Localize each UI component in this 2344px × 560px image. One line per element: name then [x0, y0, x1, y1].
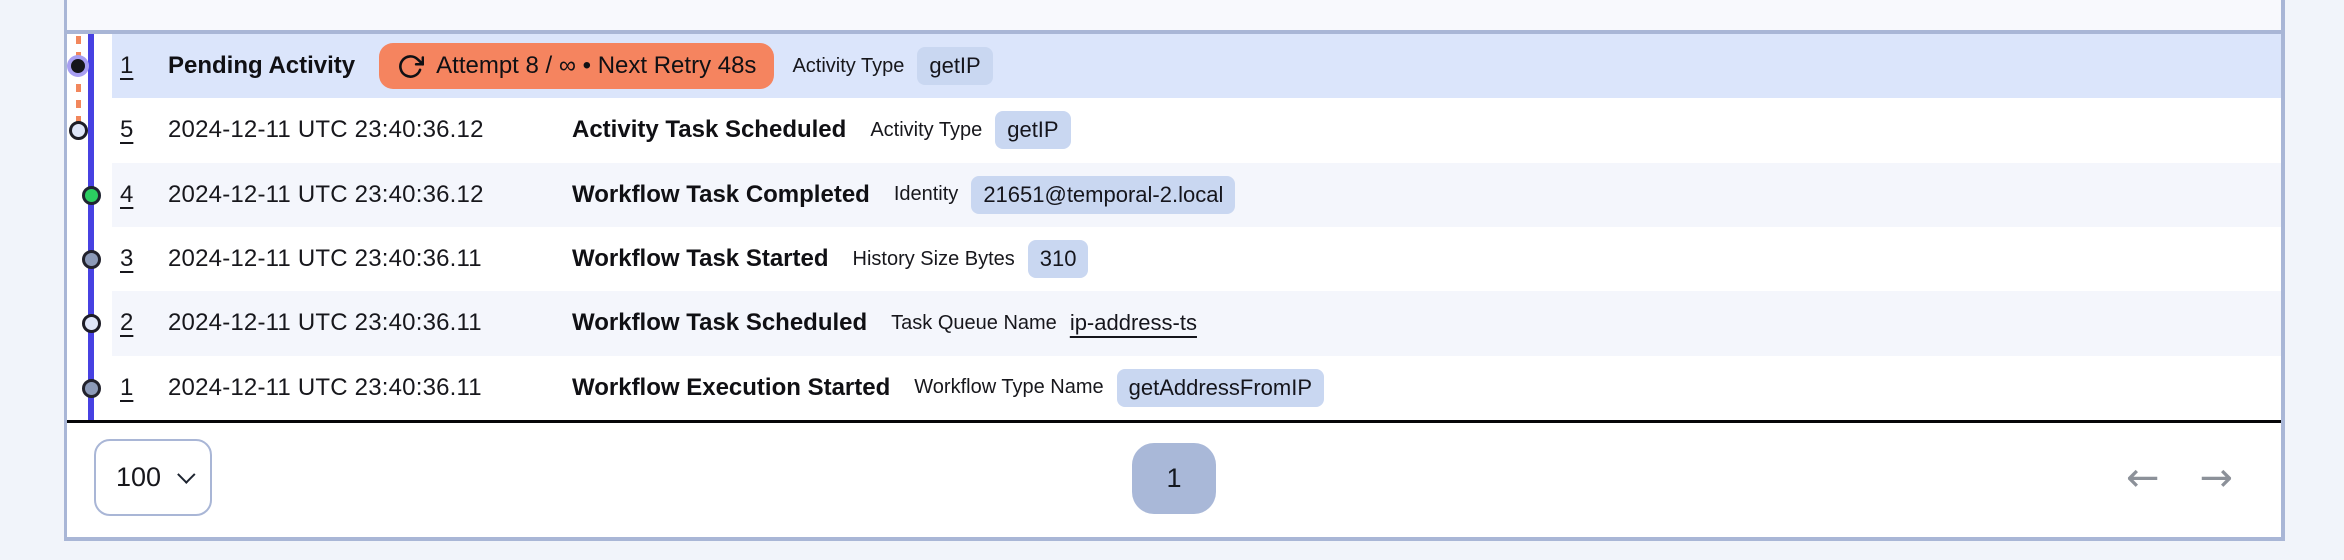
event-name: Workflow Task Completed [572, 180, 870, 208]
attribute-label: History Size Bytes [852, 247, 1015, 270]
event-time: 2024-12-11 UTC 23:40:36.12 [168, 116, 484, 144]
attribute-label: Activity Type [792, 54, 905, 77]
chevron-down-icon [177, 465, 196, 484]
timeline-line [88, 34, 94, 420]
previous-page-button[interactable]: ← [2126, 458, 2160, 498]
page-size-value: 100 [115, 462, 162, 492]
marker-pending-activity [71, 59, 85, 73]
marker-event-3 [82, 250, 101, 269]
event-row-pending[interactable]: 1 Pending Activity Attempt 8 / ∞ • Next … [112, 34, 2281, 99]
event-name: Workflow Execution Started [572, 373, 891, 401]
attribute-value-badge: 310 [1027, 240, 1089, 279]
event-time: 2024-12-11 UTC 23:40:36.11 [168, 373, 482, 401]
page-size-select[interactable]: 100 [94, 439, 212, 516]
attribute-value-badge: getAddressFromIP [1116, 368, 1325, 407]
retry-attempt-badge: Attempt 8 / ∞ • Next Retry 48s [379, 43, 775, 90]
event-id-link[interactable]: 5 [120, 116, 154, 144]
page-number-button[interactable]: 1 [1132, 443, 1216, 514]
event-name: Workflow Task Started [572, 245, 829, 273]
attribute-label: Task Queue Name [891, 311, 1057, 334]
event-row-4[interactable]: 4 2024-12-11 UTC 23:40:36.12 Workflow Ta… [112, 162, 2281, 227]
event-id-link[interactable]: 2 [120, 309, 154, 337]
attribute-label: Workflow Type Name [914, 376, 1104, 399]
attribute-value-badge: 21651@temporal-2.local [971, 175, 1236, 214]
retry-icon [399, 54, 425, 78]
event-time: 2024-12-11 UTC 23:40:36.12 [168, 180, 484, 208]
event-row-1[interactable]: 1 2024-12-11 UTC 23:40:36.11 Workflow Ex… [112, 355, 2281, 420]
event-name: Pending Activity [168, 52, 356, 80]
event-id-link[interactable]: 1 [120, 52, 154, 80]
event-id-link[interactable]: 3 [120, 245, 154, 273]
event-name: Activity Task Scheduled [572, 116, 847, 144]
event-row-5[interactable]: 5 2024-12-11 UTC 23:40:36.12 Activity Ta… [112, 98, 2281, 163]
workflow-history-panel: 1 Pending Activity Attempt 8 / ∞ • Next … [64, 0, 2285, 541]
event-row-3[interactable]: 3 2024-12-11 UTC 23:40:36.11 Workflow Ta… [112, 226, 2281, 292]
attribute-value-badge: getIP [917, 47, 993, 86]
event-time: 2024-12-11 UTC 23:40:36.11 [168, 245, 482, 273]
retry-attempt-text: Attempt 8 / ∞ • Next Retry 48s [436, 52, 757, 80]
attribute-label: Activity Type [870, 118, 983, 141]
marker-event-4 [82, 186, 101, 205]
next-page-button[interactable]: → [2199, 458, 2233, 498]
task-queue-link[interactable]: ip-address-ts [1070, 310, 1197, 336]
event-id-link[interactable]: 4 [120, 181, 154, 209]
event-id-link[interactable]: 1 [120, 374, 154, 402]
pagination-footer: 100 1 ← → [67, 423, 2281, 533]
attribute-value-badge: getIP [995, 111, 1071, 150]
event-time: 2024-12-11 UTC 23:40:36.11 [168, 309, 482, 337]
pending-branch-dashed-line [76, 36, 81, 132]
event-history-table: 1 Pending Activity Attempt 8 / ∞ • Next … [67, 34, 2281, 420]
event-row-2[interactable]: 2 2024-12-11 UTC 23:40:36.11 Workflow Ta… [112, 291, 2281, 356]
attribute-label: Identity [893, 183, 959, 206]
event-name: Workflow Task Scheduled [572, 309, 868, 337]
marker-event-2 [82, 314, 101, 333]
marker-event-5 [69, 121, 88, 140]
panel-top-strip [67, 0, 2281, 34]
marker-event-1 [82, 379, 101, 398]
